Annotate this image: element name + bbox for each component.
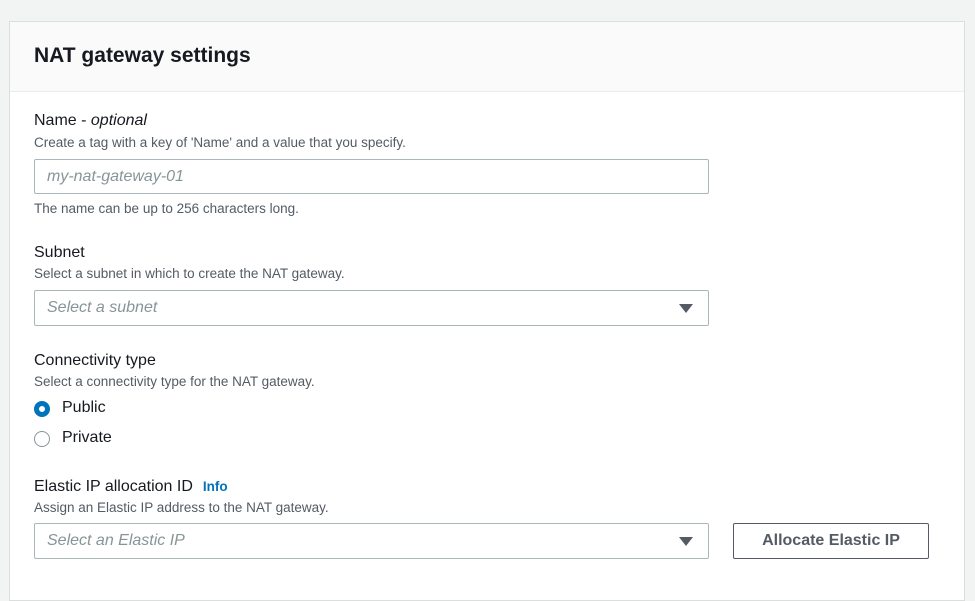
chevron-down-icon bbox=[679, 304, 693, 313]
subnet-select-placeholder: Select a subnet bbox=[47, 299, 158, 316]
elastic-ip-select[interactable]: Select an Elastic IP bbox=[34, 523, 709, 559]
panel-header: NAT gateway settings bbox=[10, 22, 964, 92]
subnet-field-label: Subnet bbox=[34, 244, 85, 261]
name-field-constraint: The name can be up to 256 characters lon… bbox=[34, 201, 299, 216]
info-link[interactable]: Info bbox=[203, 479, 228, 494]
radio-private-label: Private bbox=[62, 429, 112, 446]
connectivity-field-description: Select a connectivity type for the NAT g… bbox=[34, 374, 315, 389]
chevron-down-icon bbox=[679, 537, 693, 546]
connectivity-field-label: Connectivity type bbox=[34, 352, 156, 369]
radio-public-label: Public bbox=[62, 399, 106, 416]
name-label-text: Name - bbox=[34, 112, 91, 129]
name-field-description: Create a tag with a key of 'Name' and a … bbox=[34, 135, 406, 150]
subnet-field-description: Select a subnet in which to create the N… bbox=[34, 266, 345, 281]
nat-gateway-settings-panel: NAT gateway settings Name - optional Cre… bbox=[9, 21, 965, 601]
elastic-ip-select-placeholder: Select an Elastic IP bbox=[47, 532, 185, 549]
elastic-ip-label-text: Elastic IP allocation ID bbox=[34, 478, 193, 495]
allocate-elastic-ip-button[interactable]: Allocate Elastic IP bbox=[733, 523, 929, 559]
elastic-ip-field-label: Elastic IP allocation ID Info bbox=[34, 478, 228, 496]
panel-title: NAT gateway settings bbox=[34, 44, 251, 67]
radio-checked-icon bbox=[34, 401, 50, 417]
name-field-label: Name - optional bbox=[34, 112, 147, 130]
name-input[interactable] bbox=[34, 159, 709, 194]
subnet-select[interactable]: Select a subnet bbox=[34, 290, 709, 326]
elastic-ip-field-description: Assign an Elastic IP address to the NAT … bbox=[34, 500, 329, 515]
name-label-optional: optional bbox=[90, 112, 147, 129]
radio-unchecked-icon bbox=[34, 431, 50, 447]
